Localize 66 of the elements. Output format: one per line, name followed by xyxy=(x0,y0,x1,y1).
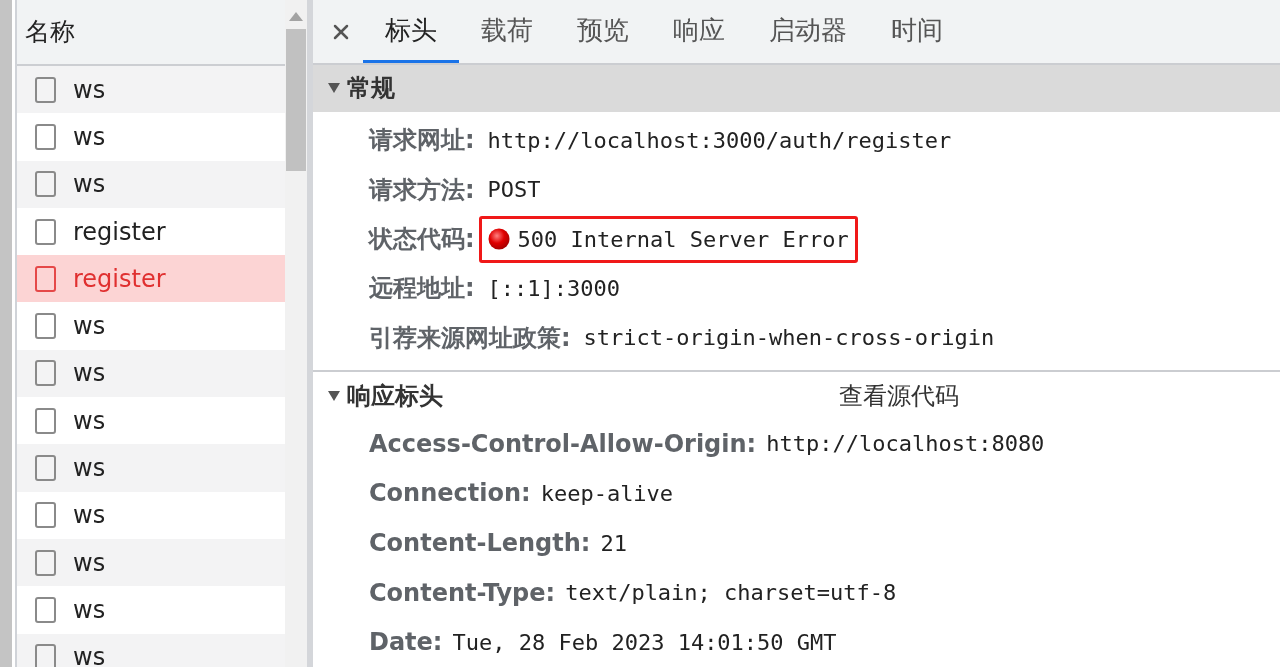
column-header[interactable]: 名称 xyxy=(25,13,75,51)
request-row[interactable]: ws xyxy=(17,113,285,161)
header-name: Date: xyxy=(369,627,443,659)
request-name: ws xyxy=(73,311,106,343)
request-row[interactable]: register xyxy=(17,207,285,256)
request-row[interactable]: ws xyxy=(17,586,285,634)
file-icon xyxy=(35,407,56,434)
field-label: 请求方法: xyxy=(369,174,475,206)
file-icon xyxy=(35,265,56,292)
header-value: 21 xyxy=(600,529,627,558)
field-value: 500 Internal Server Error xyxy=(517,225,849,254)
file-icon xyxy=(35,218,56,245)
request-name: ws xyxy=(73,500,106,532)
section-title: 响应标头 xyxy=(347,380,443,412)
request-name: ws xyxy=(73,405,106,437)
field-label: 状态代码: xyxy=(369,224,475,255)
section-header[interactable]: 常规 xyxy=(313,65,1280,112)
request-name: ws xyxy=(73,169,106,201)
field-value: http://localhost:3000/auth/register xyxy=(487,126,952,155)
tab[interactable]: 预览 xyxy=(555,0,651,63)
file-icon xyxy=(35,596,56,623)
field-label: 请求网址: xyxy=(369,125,475,157)
request-row[interactable]: ws xyxy=(17,302,285,350)
header-value: text/plain; charset=utf-8 xyxy=(565,579,897,608)
status-dot-icon xyxy=(487,228,510,250)
header-value: Tue, 28 Feb 2023 14:01:50 GMT xyxy=(452,628,837,657)
request-name: ws xyxy=(73,642,106,667)
request-name: ws xyxy=(73,547,106,579)
field-label: 远程地址: xyxy=(369,273,475,305)
request-name: ws xyxy=(73,358,106,390)
field-value: POST xyxy=(487,176,541,205)
tab[interactable]: 时间 xyxy=(869,0,965,63)
request-name: ws xyxy=(73,74,106,106)
scrollbar-thumb[interactable] xyxy=(286,29,306,171)
expanded-triangle-icon[interactable] xyxy=(327,389,341,402)
file-icon xyxy=(35,171,56,198)
view-source-link[interactable]: 查看源代码 xyxy=(839,377,959,414)
field-label: 引荐来源网址政策: xyxy=(369,322,571,354)
file-icon xyxy=(35,76,56,103)
request-name: register xyxy=(73,263,166,295)
file-icon xyxy=(35,360,56,387)
section-title: 常规 xyxy=(347,73,395,105)
tab[interactable]: 响应 xyxy=(651,0,747,63)
file-icon xyxy=(35,644,56,667)
file-icon xyxy=(35,549,56,576)
request-name: register xyxy=(73,216,166,248)
request-name: ws xyxy=(73,121,106,153)
field-value: strict-origin-when-cross-origin xyxy=(583,324,995,353)
tab[interactable]: 启动器 xyxy=(747,0,869,63)
field-value: [::1]:3000 xyxy=(487,274,621,303)
request-name: ws xyxy=(73,453,106,484)
request-row[interactable]: ws xyxy=(17,397,285,445)
request-row[interactable]: ws xyxy=(17,491,285,539)
header-name: Content-Type: xyxy=(369,577,556,609)
header-name: Access-Control-Allow-Origin: xyxy=(369,428,757,460)
request-name: ws xyxy=(73,594,106,626)
expanded-triangle-icon[interactable] xyxy=(327,82,341,95)
header-name: Content-Length: xyxy=(369,528,591,559)
header-name: Connection: xyxy=(369,478,531,510)
header-value: http://localhost:8080 xyxy=(766,430,1045,459)
file-icon xyxy=(35,313,56,340)
tab[interactable]: 载荷 xyxy=(459,0,555,63)
header-value: keep-alive xyxy=(540,479,674,508)
file-icon xyxy=(35,502,56,529)
file-icon xyxy=(35,455,56,481)
file-icon xyxy=(35,123,56,150)
